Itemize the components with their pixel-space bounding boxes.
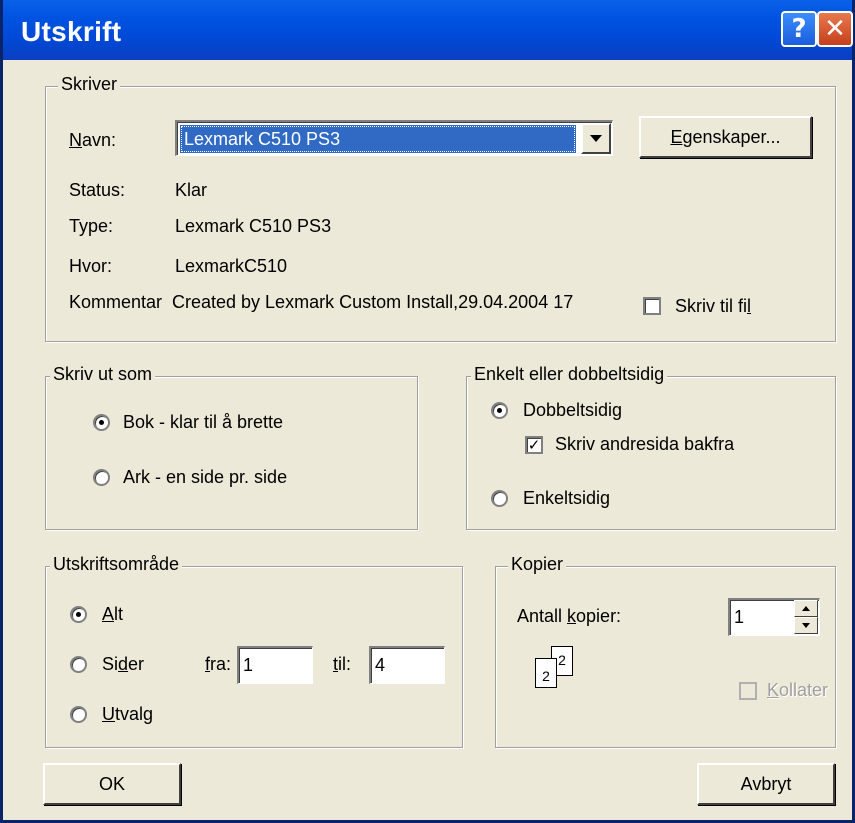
print-as-group: Skriv ut som <box>45 364 418 530</box>
copies-count-label: Antall kopier: <box>517 606 622 626</box>
comment-value: Created by Lexmark Custom Install,29.04.… <box>172 292 574 312</box>
copies-legend: Kopier <box>508 554 567 575</box>
help-icon: ? <box>791 14 807 44</box>
all-radio[interactable] <box>70 606 87 623</box>
selection-radio[interactable] <box>70 706 87 723</box>
print-to-file-label[interactable]: Skriv til fil <box>675 296 751 317</box>
sheet-option-label[interactable]: Ark - en side pr. side <box>123 467 287 488</box>
status-value: Klar <box>175 180 208 200</box>
window-title: Utskrift <box>21 16 122 47</box>
dropdown-arrow-button[interactable] <box>581 123 611 154</box>
pages-label[interactable]: Sider <box>102 654 144 675</box>
collate-page-front: 2 <box>535 658 557 688</box>
single-sided-label[interactable]: Enkeltsidig <box>523 488 610 509</box>
cancel-button[interactable]: Avbryt <box>697 763 835 805</box>
printer-name-label: Navn: <box>69 130 117 150</box>
collate-checkbox[interactable] <box>739 682 757 700</box>
where-label: Hvor: <box>69 256 113 276</box>
pages-radio[interactable] <box>70 656 87 673</box>
double-sided-label[interactable]: Dobbeltsidig <box>523 400 622 421</box>
copies-count-value: 1 <box>734 607 745 627</box>
ok-button[interactable]: OK <box>43 763 181 805</box>
to-label: til: <box>333 654 352 674</box>
selection-label[interactable]: Utvalg <box>102 704 153 725</box>
all-label[interactable]: Alt <box>102 604 123 625</box>
type-value: Lexmark C510 PS3 <box>175 216 332 236</box>
printer-group-legend: Skriver <box>58 74 121 95</box>
collate-label[interactable]: Kollater <box>767 680 828 701</box>
copies-spin-up-button[interactable] <box>794 600 818 617</box>
single-sided-radio[interactable] <box>491 490 508 507</box>
spin-down-icon <box>802 623 810 628</box>
comment-label: Kommentar <box>69 292 163 312</box>
properties-button-label: Egenskaper... <box>670 126 781 147</box>
print-as-legend: Skriv ut som <box>50 364 156 385</box>
print-dialog: Utskrift ? ✕ Skriver Navn: Lexmark C510 … <box>0 0 855 823</box>
print-backside-checkbox[interactable]: ✓ <box>525 436 543 454</box>
spin-up-icon <box>802 606 810 611</box>
copies-spin-down-button[interactable] <box>794 617 818 634</box>
book-radio[interactable] <box>93 414 110 431</box>
to-page-input[interactable]: 4 <box>369 646 445 684</box>
sheet-radio[interactable] <box>93 469 110 486</box>
print-backside-label[interactable]: Skriv andresida bakfra <box>555 434 734 455</box>
title-bar[interactable]: Utskrift ? ✕ <box>3 0 853 60</box>
double-sided-radio[interactable] <box>491 402 508 419</box>
duplex-legend: Enkelt eller dobbeltsidig <box>471 364 668 385</box>
status-label: Status: <box>69 180 126 200</box>
print-range-legend: Utskriftsområde <box>50 554 183 575</box>
copies-count-input[interactable]: 1 <box>728 598 820 636</box>
close-icon: ✕ <box>824 14 846 44</box>
print-to-file-checkbox[interactable] <box>643 297 661 315</box>
help-button[interactable]: ? <box>781 11 817 47</box>
printer-select[interactable]: Lexmark C510 PS3 <box>175 120 613 156</box>
properties-button[interactable]: Egenskaper... <box>639 116 812 158</box>
book-option-label[interactable]: Bok - klar til å brette <box>123 412 283 433</box>
collate-preview-icon: 2 2 <box>525 646 585 706</box>
printer-select-value: Lexmark C510 PS3 <box>180 125 576 153</box>
from-label: fra: <box>205 654 232 674</box>
from-page-input[interactable]: 1 <box>237 646 313 684</box>
type-label: Type: <box>69 216 114 236</box>
chevron-down-icon <box>590 134 602 142</box>
where-value: LexmarkC510 <box>175 256 288 276</box>
close-button[interactable]: ✕ <box>817 11 853 47</box>
